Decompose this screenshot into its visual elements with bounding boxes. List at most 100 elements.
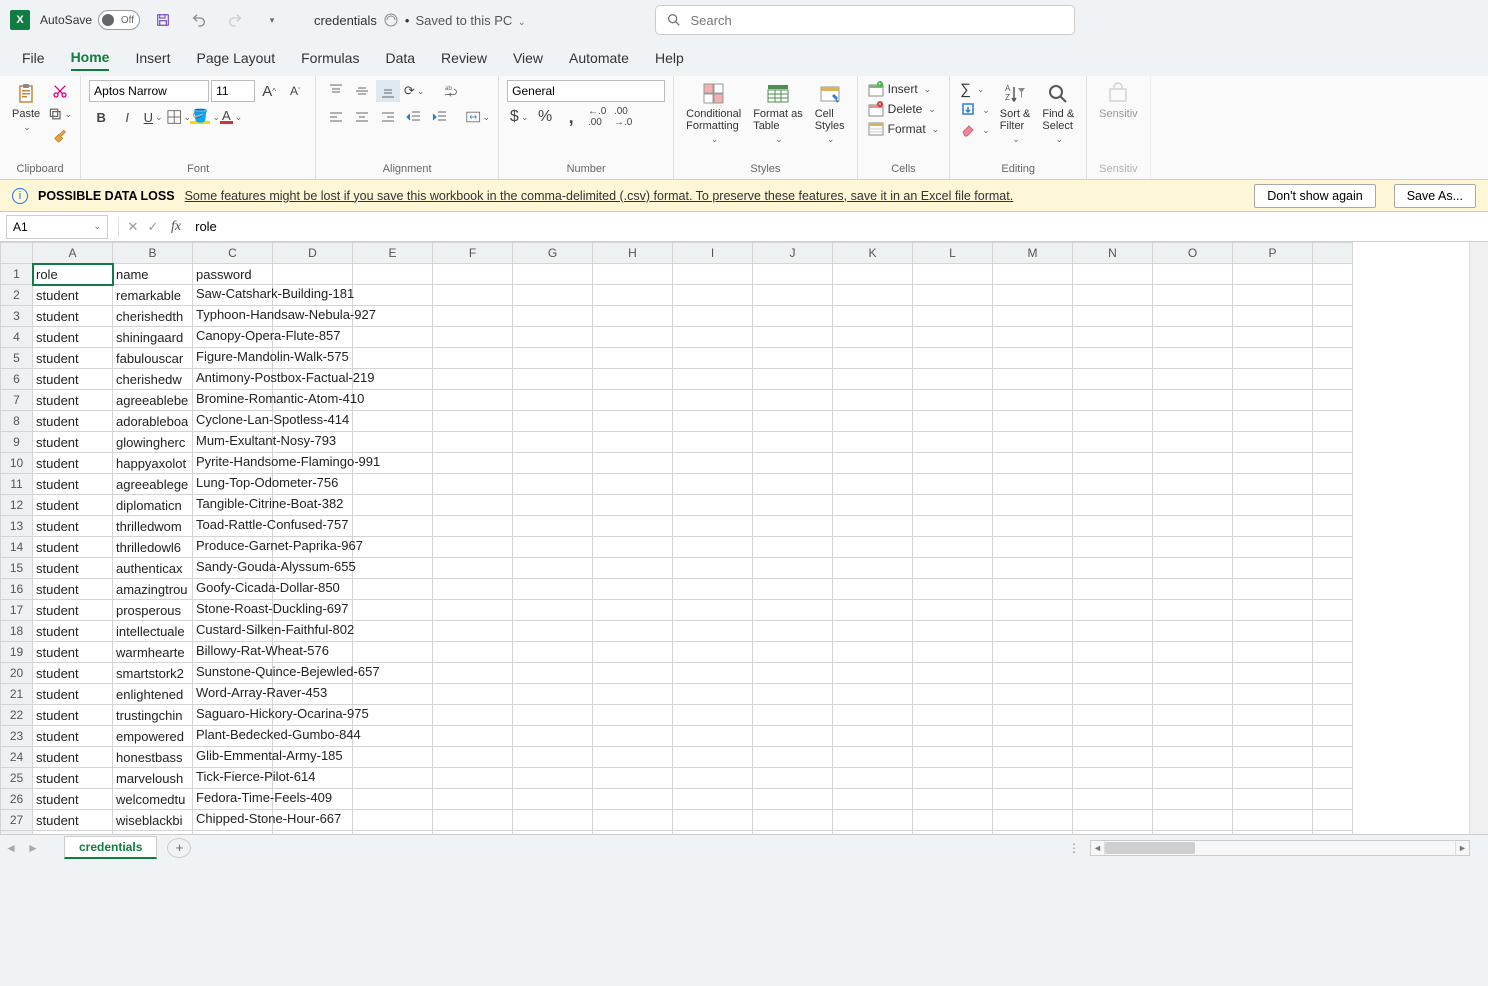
cell-A8[interactable]: student [33, 411, 113, 432]
cell-C5[interactable]: Figure-Mandolin-Walk-575 [193, 348, 273, 369]
cell-O1[interactable] [1153, 264, 1233, 285]
cell-L16[interactable] [913, 579, 993, 600]
cell-L8[interactable] [913, 411, 993, 432]
cell-P14[interactable] [1233, 537, 1313, 558]
cell-M15[interactable] [993, 558, 1073, 579]
cell-F9[interactable] [433, 432, 513, 453]
conditional-formatting-button[interactable]: Conditional Formatting⌄ [682, 80, 745, 147]
cell-I22[interactable] [673, 705, 753, 726]
cell-M25[interactable] [993, 768, 1073, 789]
cell-C11[interactable]: Lung-Top-Odometer-756 [193, 474, 273, 495]
cell-O9[interactable] [1153, 432, 1233, 453]
cell-K12[interactable] [833, 495, 913, 516]
cell-O26[interactable] [1153, 789, 1233, 810]
cell-H27[interactable] [593, 810, 673, 831]
cell-J22[interactable] [753, 705, 833, 726]
cell-E24[interactable] [353, 747, 433, 768]
cell-A16[interactable]: student [33, 579, 113, 600]
cell-O23[interactable] [1153, 726, 1233, 747]
cell-H22[interactable] [593, 705, 673, 726]
cell-B9[interactable]: glowingherc [113, 432, 193, 453]
cell-N27[interactable] [1073, 810, 1153, 831]
cell-L7[interactable] [913, 390, 993, 411]
cell-G19[interactable] [513, 642, 593, 663]
cell-M28[interactable] [993, 831, 1073, 835]
cell-E28[interactable] [353, 831, 433, 835]
sort-filter-button[interactable]: AZ Sort & Filter⌄ [996, 80, 1035, 147]
cell-N7[interactable] [1073, 390, 1153, 411]
cell-O19[interactable] [1153, 642, 1233, 663]
cell-I9[interactable] [673, 432, 753, 453]
row-header-13[interactable]: 13 [1, 516, 33, 537]
cell-O4[interactable] [1153, 327, 1233, 348]
cell-F25[interactable] [433, 768, 513, 789]
cell-H20[interactable] [593, 663, 673, 684]
cell-H9[interactable] [593, 432, 673, 453]
cell-N28[interactable] [1073, 831, 1153, 835]
tab-file[interactable]: File [22, 46, 45, 70]
cell-O2[interactable] [1153, 285, 1233, 306]
col-header-A[interactable]: A [33, 243, 113, 264]
cell-G24[interactable] [513, 747, 593, 768]
cell-H17[interactable] [593, 600, 673, 621]
cell-C19[interactable]: Billowy-Rat-Wheat-576 [193, 642, 273, 663]
cell-E27[interactable] [353, 810, 433, 831]
cell-K5[interactable] [833, 348, 913, 369]
formula-input[interactable] [189, 219, 1488, 234]
cell-J27[interactable] [753, 810, 833, 831]
cell-A1[interactable]: role [33, 264, 113, 285]
cell-L22[interactable] [913, 705, 993, 726]
col-header-J[interactable]: J [753, 243, 833, 264]
status-dots[interactable]: ⋮ [1058, 841, 1090, 855]
cell-N24[interactable] [1073, 747, 1153, 768]
col-header-K[interactable]: K [833, 243, 913, 264]
col-header-P[interactable]: P [1233, 243, 1313, 264]
cell-L5[interactable] [913, 348, 993, 369]
cell-A26[interactable]: student [33, 789, 113, 810]
cell-J18[interactable] [753, 621, 833, 642]
cell-I11[interactable] [673, 474, 753, 495]
cell-P1[interactable] [1233, 264, 1313, 285]
cell-M21[interactable] [993, 684, 1073, 705]
cell-F8[interactable] [433, 411, 513, 432]
enter-formula-icon[interactable]: ✓ [143, 219, 163, 235]
cell-M14[interactable] [993, 537, 1073, 558]
cell-O18[interactable] [1153, 621, 1233, 642]
decrease-indent-button[interactable] [402, 106, 426, 128]
cell-K10[interactable] [833, 453, 913, 474]
cell-M22[interactable] [993, 705, 1073, 726]
cell-K18[interactable] [833, 621, 913, 642]
row-header-17[interactable]: 17 [1, 600, 33, 621]
cell-E13[interactable] [353, 516, 433, 537]
cell-G22[interactable] [513, 705, 593, 726]
cell-N9[interactable] [1073, 432, 1153, 453]
cell-C8[interactable]: Cyclone-Lan-Spotless-414 [193, 411, 273, 432]
cell-G9[interactable] [513, 432, 593, 453]
cell-E8[interactable] [353, 411, 433, 432]
cell-H10[interactable] [593, 453, 673, 474]
cell-C10[interactable]: Pyrite-Handsome-Flamingo-991 [193, 453, 273, 474]
tab-view[interactable]: View [513, 46, 543, 70]
cancel-formula-icon[interactable]: ✕ [123, 219, 143, 235]
cell-F1[interactable] [433, 264, 513, 285]
cell-A18[interactable]: student [33, 621, 113, 642]
cell-G25[interactable] [513, 768, 593, 789]
cell-M12[interactable] [993, 495, 1073, 516]
cell-I16[interactable] [673, 579, 753, 600]
cell-M8[interactable] [993, 411, 1073, 432]
cell-C4[interactable]: Canopy-Opera-Flute-857 [193, 327, 273, 348]
cell-H24[interactable] [593, 747, 673, 768]
col-header-C[interactable]: C [193, 243, 273, 264]
cell-I3[interactable] [673, 306, 753, 327]
cell-P4[interactable] [1233, 327, 1313, 348]
cell-F27[interactable] [433, 810, 513, 831]
cell-P12[interactable] [1233, 495, 1313, 516]
cell-O13[interactable] [1153, 516, 1233, 537]
cell-A22[interactable]: student [33, 705, 113, 726]
cell-K17[interactable] [833, 600, 913, 621]
cell-B27[interactable]: wiseblackbi [113, 810, 193, 831]
cell-E7[interactable] [353, 390, 433, 411]
col-header-N[interactable]: N [1073, 243, 1153, 264]
cell-F13[interactable] [433, 516, 513, 537]
cell-J4[interactable] [753, 327, 833, 348]
